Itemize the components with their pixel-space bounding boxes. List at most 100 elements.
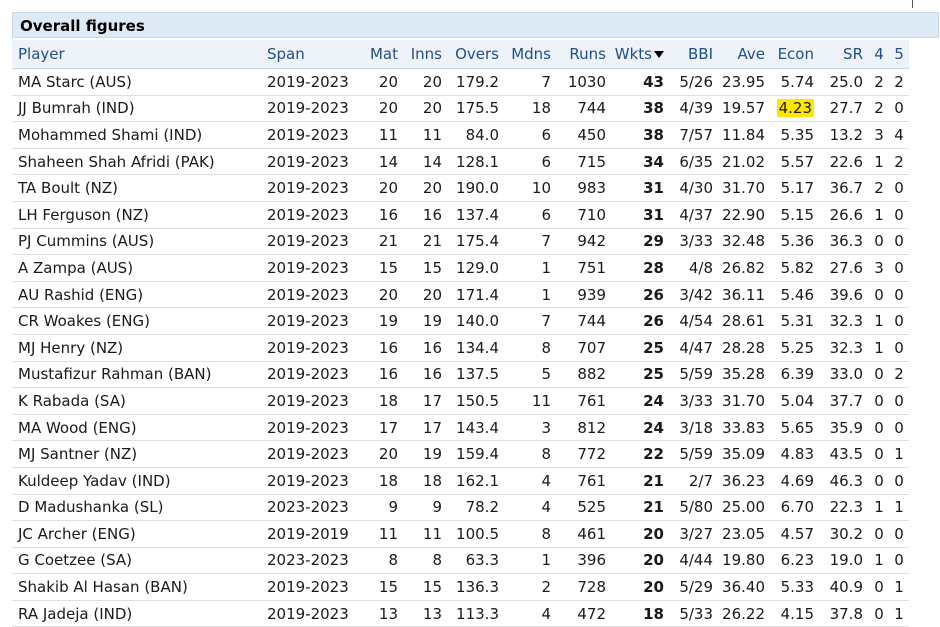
cell-span: 2019-2023 [261,414,352,442]
cell-econ: 6.39 [771,361,820,389]
cell-bbi: 7/57 [670,121,719,149]
column-header-wkts[interactable]: Wkts [612,40,670,69]
cell-bbi: 6/35 [670,148,719,176]
cell-player[interactable]: TA Boult (NZ) [12,174,261,202]
cell-four: 0 [869,361,889,389]
cell-bbi: 5/59 [670,361,719,389]
cell-wkts: 24 [612,414,670,442]
section-title: Overall figures [20,17,145,35]
cell-overs: 159.4 [448,440,505,468]
cell-ave: 36.23 [719,467,771,495]
cell-runs: 450 [557,121,612,149]
sort-desc-icon[interactable] [654,51,664,58]
cell-player[interactable]: K Rabada (SA) [12,387,261,415]
cell-five: 2 [889,68,909,96]
cell-five: 0 [889,174,909,202]
column-header-label: Overs [455,45,499,63]
column-header-player[interactable]: Player [12,40,261,69]
cell-mat: 9 [352,494,404,522]
column-header-econ[interactable]: Econ [771,40,820,69]
cell-mdns: 1 [505,547,557,575]
cell-ave: 33.83 [719,414,771,442]
column-header-bbi[interactable]: BBI [670,40,719,69]
cell-ave: 23.05 [719,520,771,548]
cell-sr: 36.3 [820,228,869,256]
cell-player[interactable]: MJ Santner (NZ) [12,440,261,468]
cell-player[interactable]: Mustafizur Rahman (BAN) [12,361,261,389]
cell-span: 2019-2023 [261,95,352,123]
column-header-five[interactable]: 5 [889,40,909,69]
cell-econ: 5.04 [771,387,820,415]
cell-player[interactable]: Shakib Al Hasan (BAN) [12,573,261,601]
cell-player[interactable]: AU Rashid (ENG) [12,281,261,309]
cell-player[interactable]: RA Jadeja (IND) [12,600,261,627]
cell-ave: 31.70 [719,387,771,415]
cell-span: 2019-2023 [261,254,352,282]
cell-player[interactable]: Shaheen Shah Afridi (PAK) [12,148,261,176]
cell-mat: 11 [352,121,404,149]
column-header-overs[interactable]: Overs [448,40,505,69]
cell-econ: 5.31 [771,307,820,335]
cell-span: 2019-2023 [261,121,352,149]
cell-mat: 13 [352,600,404,627]
cell-bbi: 3/27 [670,520,719,548]
cell-sr: 33.0 [820,361,869,389]
cell-player[interactable]: JJ Bumrah (IND) [12,95,261,123]
cell-player[interactable]: D Madushanka (SL) [12,494,261,522]
cell-runs: 710 [557,201,612,229]
cell-mat: 16 [352,201,404,229]
cell-sr: 27.7 [820,95,869,123]
cell-player[interactable]: MA Wood (ENG) [12,414,261,442]
cell-player[interactable]: MJ Henry (NZ) [12,334,261,362]
table-row: JC Archer (ENG) 2019-2019 11 11 100.5 8 461 20 3… [12,520,909,548]
cell-runs: 728 [557,573,612,601]
cell-econ: 5.17 [771,174,820,202]
column-header-ave[interactable]: Ave [719,40,771,69]
cell-four: 1 [869,494,889,522]
column-header-mdns[interactable]: Mdns [505,40,557,69]
cell-econ: 5.65 [771,414,820,442]
cell-inns: 13 [404,600,448,627]
cell-ave: 28.61 [719,307,771,335]
column-header-inns[interactable]: Inns [404,40,448,69]
cell-econ: 4.23 [771,95,820,123]
cell-runs: 772 [557,440,612,468]
cell-player[interactable]: PJ Cummins (AUS) [12,228,261,256]
cell-bbi: 4/30 [670,174,719,202]
cell-ave: 36.11 [719,281,771,309]
cell-player[interactable]: A Zampa (AUS) [12,254,261,282]
table-row: A Zampa (AUS) 2019-2023 15 15 129.0 1 751 28 4/8… [12,254,909,282]
cell-overs: 136.3 [448,573,505,601]
cell-sr: 36.7 [820,174,869,202]
cell-five: 4 [889,121,909,149]
column-header-runs[interactable]: Runs [557,40,612,69]
column-header-span[interactable]: Span [261,40,352,69]
cell-ave: 36.40 [719,573,771,601]
cell-player[interactable]: CR Woakes (ENG) [12,307,261,335]
cell-overs: 190.0 [448,174,505,202]
cell-player[interactable]: Kuldeep Yadav (IND) [12,467,261,495]
cell-four: 2 [869,95,889,123]
cell-mdns: 8 [505,334,557,362]
cell-overs: 171.4 [448,281,505,309]
table-header-row: Player Span Mat Inns Overs Mdns Runs Wkts BBI Ave… [12,40,909,69]
cell-mat: 20 [352,281,404,309]
cell-mat: 18 [352,467,404,495]
cell-bbi: 3/18 [670,414,719,442]
table-row: CR Woakes (ENG) 2019-2023 19 19 140.0 7 744 26 4… [12,307,909,335]
cell-mdns: 5 [505,361,557,389]
cell-bbi: 5/29 [670,573,719,601]
column-header-sr[interactable]: SR [820,40,869,69]
cell-player[interactable]: Mohammed Shami (IND) [12,121,261,149]
cell-player[interactable]: JC Archer (ENG) [12,520,261,548]
cell-runs: 744 [557,95,612,123]
column-header-mat[interactable]: Mat [352,40,404,69]
cell-ave: 11.84 [719,121,771,149]
table-row: G Coetzee (SA) 2023-2023 8 8 63.3 1 396 20 4/44 1… [12,547,909,575]
column-header-four[interactable]: 4 [869,40,889,69]
cell-player[interactable]: MA Starc (AUS) [12,68,261,96]
cell-mat: 15 [352,254,404,282]
cell-wkts: 31 [612,201,670,229]
cell-player[interactable]: LH Ferguson (NZ) [12,201,261,229]
cell-player[interactable]: G Coetzee (SA) [12,547,261,575]
